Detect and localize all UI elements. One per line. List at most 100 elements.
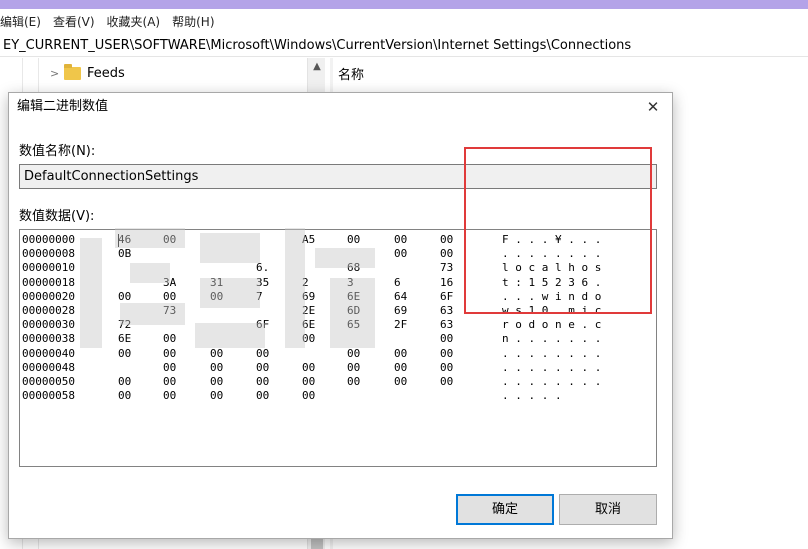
hex-byte[interactable]: 6D xyxy=(347,304,360,318)
hex-byte[interactable]: 00 xyxy=(163,375,176,389)
ascii-text[interactable]: . . . . . xyxy=(502,389,562,403)
hex-row[interactable]: 00000040 00 00 00 00 00 00 00 . . . . . . . . xyxy=(20,347,656,361)
hex-byte[interactable]: 69 xyxy=(394,304,407,318)
hex-byte[interactable]: 6E xyxy=(347,290,360,304)
hex-byte[interactable]: 00 xyxy=(440,375,453,389)
hex-byte[interactable]: 16 xyxy=(440,276,453,290)
hex-byte[interactable]: 00 xyxy=(394,233,407,247)
hex-row[interactable]: 00000000 46 00 A5 00 00 00 F . . . ¥ . . . xyxy=(20,233,656,247)
menu-view[interactable]: 查看(V) xyxy=(47,13,101,30)
hex-byte[interactable]: 00 xyxy=(210,375,223,389)
tree-item-feeds[interactable]: > Feeds xyxy=(50,63,125,83)
hex-byte[interactable]: 00 xyxy=(163,361,176,375)
hex-byte[interactable]: 00 xyxy=(394,375,407,389)
hex-byte[interactable]: 00 xyxy=(118,290,131,304)
menu-help[interactable]: 帮助(H) xyxy=(166,13,220,30)
hex-byte[interactable]: 72 xyxy=(118,318,131,332)
hex-row[interactable]: 00000048 00 00 00 00 00 00 00 . . . . . . . . xyxy=(20,361,656,375)
chevron-right-icon[interactable]: > xyxy=(50,67,64,80)
ascii-text[interactable]: . . . . . . . . xyxy=(502,347,601,361)
cancel-button[interactable]: 取消 xyxy=(559,494,657,525)
ascii-text[interactable]: . . . w i n d o xyxy=(502,290,601,304)
hex-byte[interactable]: 00 xyxy=(163,332,176,346)
ascii-text[interactable]: l o c a l h o s xyxy=(502,261,601,275)
hex-byte[interactable]: 3 xyxy=(347,276,354,290)
hex-byte[interactable]: 2E xyxy=(302,304,315,318)
hex-byte[interactable]: 00 xyxy=(347,375,360,389)
hex-byte[interactable]: 6E xyxy=(118,332,131,346)
hex-byte[interactable]: 00 xyxy=(440,347,453,361)
hex-byte[interactable]: 6E xyxy=(302,318,315,332)
hex-byte[interactable]: 68 xyxy=(347,261,360,275)
hex-byte[interactable]: 00 xyxy=(440,361,453,375)
hex-byte[interactable]: 00 xyxy=(302,361,315,375)
hex-byte[interactable]: A5 xyxy=(302,233,315,247)
hex-byte[interactable]: 6 xyxy=(394,276,401,290)
hex-row[interactable]: 00000050 00 00 00 00 00 00 00 00 . . . . . . . . xyxy=(20,375,656,389)
hex-byte[interactable]: 63 xyxy=(440,304,453,318)
hex-byte[interactable]: 00 xyxy=(210,389,223,403)
hex-byte[interactable]: 00 xyxy=(394,247,407,261)
hex-byte[interactable]: 63 xyxy=(440,318,453,332)
address-bar[interactable]: EY_CURRENT_USER\SOFTWARE\Microsoft\Windo… xyxy=(0,35,808,57)
hex-byte[interactable]: 3A xyxy=(163,276,176,290)
hex-row[interactable]: 00000028 73 2E 6D 69 63 w s 1 0 . m i c xyxy=(20,304,656,318)
ascii-text[interactable]: . . . . . . . . xyxy=(502,375,601,389)
hex-byte[interactable]: 00 xyxy=(347,361,360,375)
hex-row[interactable]: 00000018 3A 31 35 2 3 6 16 t : 1 5 2 3 6 . xyxy=(20,276,656,290)
binary-data-editor[interactable]: 00000000 46 00 A5 00 00 00 F . . . ¥ . . . 00000… xyxy=(19,229,657,467)
value-name-field[interactable]: DefaultConnectionSettings xyxy=(19,164,657,189)
hex-row[interactable]: 00000010 6. 68 73 l o c a l h o s xyxy=(20,261,656,275)
hex-byte[interactable]: 00 xyxy=(440,247,453,261)
menu-edit[interactable]: 编辑(E) xyxy=(0,13,47,30)
hex-byte[interactable]: 00 xyxy=(210,290,223,304)
ascii-text[interactable]: . . . . . . . . xyxy=(502,361,601,375)
ascii-text[interactable]: r o d o n e . c xyxy=(502,318,601,332)
hex-byte[interactable]: 7 xyxy=(256,290,263,304)
hex-byte[interactable]: 00 xyxy=(210,347,223,361)
hex-row[interactable]: 00000058 00 00 00 00 00 . . . . . xyxy=(20,389,656,403)
hex-byte[interactable]: 00 xyxy=(347,233,360,247)
hex-byte[interactable]: 2 xyxy=(302,276,309,290)
hex-byte[interactable]: 6F xyxy=(256,318,269,332)
close-icon[interactable]: ✕ xyxy=(640,95,666,119)
ascii-text[interactable]: t : 1 5 2 3 6 . xyxy=(502,276,601,290)
hex-row[interactable]: 00000038 6E 00 00 00 n . . . . . . . xyxy=(20,332,656,346)
hex-byte[interactable]: 65 xyxy=(347,318,360,332)
scroll-up-icon[interactable]: ▲ xyxy=(308,58,326,76)
hex-byte[interactable]: 00 xyxy=(163,233,176,247)
menu-favorites[interactable]: 收藏夹(A) xyxy=(101,13,167,30)
hex-byte[interactable]: 64 xyxy=(394,290,407,304)
hex-byte[interactable]: 00 xyxy=(440,332,453,346)
hex-byte[interactable]: 00 xyxy=(302,375,315,389)
hex-byte[interactable]: 00 xyxy=(118,389,131,403)
hex-byte[interactable]: 2F xyxy=(394,318,407,332)
hex-byte[interactable]: 00 xyxy=(210,361,223,375)
hex-row[interactable]: 00000030 72 6F 6E 65 2F 63 r o d o n e . c xyxy=(20,318,656,332)
hex-byte[interactable]: 00 xyxy=(163,290,176,304)
column-header-name[interactable]: 名称 xyxy=(338,64,364,83)
hex-byte[interactable]: 00 xyxy=(302,389,315,403)
hex-byte[interactable]: 0B xyxy=(118,247,131,261)
hex-byte[interactable]: 00 xyxy=(118,375,131,389)
hex-byte[interactable]: 6F xyxy=(440,290,453,304)
hex-byte[interactable]: 00 xyxy=(347,347,360,361)
hex-byte[interactable]: 73 xyxy=(440,261,453,275)
hex-byte[interactable]: 00 xyxy=(256,361,269,375)
hex-byte[interactable]: 00 xyxy=(256,389,269,403)
ok-button[interactable]: 确定 xyxy=(456,494,554,525)
ascii-text[interactable]: . . . . . . . . xyxy=(502,247,601,261)
hex-byte[interactable]: 69 xyxy=(302,290,315,304)
ascii-text[interactable]: F . . . ¥ . . . xyxy=(502,233,601,247)
hex-byte[interactable]: 31 xyxy=(210,276,223,290)
hex-byte[interactable]: 73 xyxy=(163,304,176,318)
hex-byte[interactable]: 00 xyxy=(394,347,407,361)
hex-byte[interactable]: 00 xyxy=(163,347,176,361)
hex-byte[interactable]: 00 xyxy=(256,347,269,361)
hex-byte[interactable]: 00 xyxy=(394,361,407,375)
hex-byte[interactable]: 00 xyxy=(118,347,131,361)
hex-byte[interactable]: 00 xyxy=(256,375,269,389)
hex-byte[interactable]: 00 xyxy=(163,389,176,403)
hex-byte[interactable]: 6. xyxy=(256,261,269,275)
hex-byte[interactable]: 35 xyxy=(256,276,269,290)
